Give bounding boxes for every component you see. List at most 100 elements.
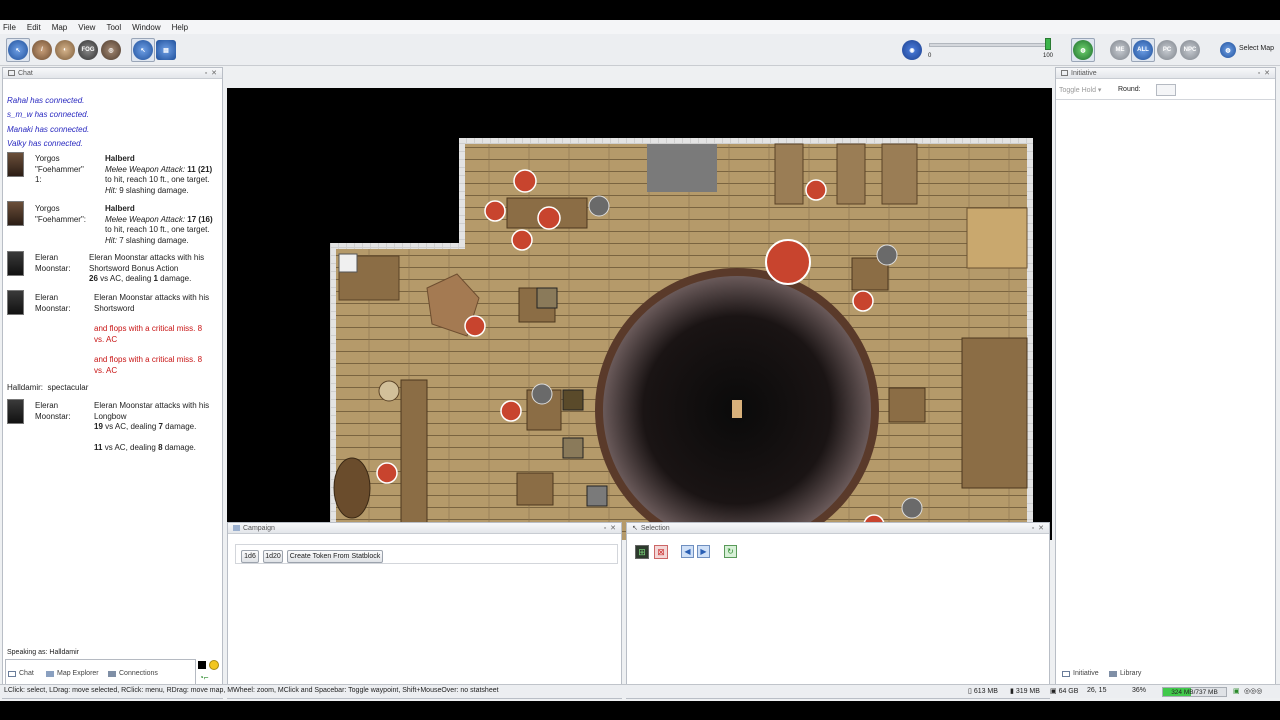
chat-attack-entry: Halberd Melee Weapon Attack: 17 (16) to … xyxy=(105,204,220,246)
previous-icon[interactable]: ◀ xyxy=(681,545,694,558)
panel-controls[interactable]: ▫ ✕ xyxy=(1032,524,1045,532)
chat-speaker: Eleran Moonstar: xyxy=(35,293,71,313)
map-canvas[interactable] xyxy=(227,88,1052,540)
view-me-button[interactable]: ME xyxy=(1110,40,1130,60)
menu-window[interactable]: Window xyxy=(132,23,160,32)
view-npc-button[interactable]: NPC xyxy=(1180,40,1200,60)
campaign-panel: Campaign ▫ ✕ 1d6 1d20 Create Token From … xyxy=(227,522,622,699)
draw-tool-icon[interactable]: / xyxy=(32,40,52,60)
connections-icon xyxy=(108,670,116,677)
tab-chat[interactable]: Chat xyxy=(8,670,34,677)
chat-speaker: Yorgos "Foehammer" 1: xyxy=(35,154,84,184)
chat-halldamir-message: Halldamir: spectacular xyxy=(7,383,88,394)
tab-library[interactable]: Library xyxy=(1109,670,1141,677)
view-npc-label: NPC xyxy=(1183,47,1197,53)
speech-bubble-icon[interactable]: ◔⌐ xyxy=(199,673,209,682)
chat-attack-entry: Eleran Moonstar attacks with his Shortsw… xyxy=(89,253,219,285)
chat-attack-entry: Halberd Melee Weapon Attack: 11 (21) to … xyxy=(105,154,220,196)
selection-icon: ↖ xyxy=(632,525,638,532)
view-all-button[interactable]: ALL xyxy=(1133,40,1153,60)
next-icon[interactable]: ▶ xyxy=(697,545,710,558)
avatar xyxy=(7,201,24,226)
text-color-swatch[interactable] xyxy=(198,661,206,669)
fog-tool-icon[interactable]: FOG xyxy=(78,40,98,60)
campaign-icon xyxy=(233,525,240,531)
deselect-all-icon[interactable]: ⊠ xyxy=(654,545,668,559)
tab-initiative[interactable]: Initiative xyxy=(1062,670,1099,677)
selection-panel: ↖ Selection ▫ ✕ ⊞ ⊠ ◀ ▶ ↻ xyxy=(626,522,1050,699)
hit-text: 9 slashing damage. xyxy=(119,185,189,195)
attack-text: damage. xyxy=(162,422,197,431)
initiative-title: Initiative xyxy=(1071,69,1097,77)
toggle-hold-button[interactable]: Toggle Hold ▾ xyxy=(1059,86,1101,94)
map-icon xyxy=(46,670,54,677)
view-all-label: ALL xyxy=(1137,47,1149,53)
volume-slider[interactable] xyxy=(929,43,1049,47)
attack-text: vs AC, dealing xyxy=(97,274,154,283)
initiative-tab-icon xyxy=(1062,670,1070,677)
select-map-button[interactable]: Select Map xyxy=(1239,45,1274,52)
menu-help[interactable]: Help xyxy=(172,23,188,32)
chat-title: Chat xyxy=(18,69,33,77)
tab-map-explorer[interactable]: Map Explorer xyxy=(46,670,99,677)
chat-tab-icon xyxy=(8,670,16,677)
panel-controls[interactable]: ▫ ✕ xyxy=(1258,69,1271,77)
create-token-button[interactable]: Create Token From Statblock xyxy=(287,550,383,563)
memory-bar[interactable]: 324 MB/737 MB xyxy=(1162,687,1227,697)
menu-edit[interactable]: Edit xyxy=(27,23,41,32)
panel-controls[interactable]: ▫ ✕ xyxy=(604,524,617,532)
menu-tool[interactable]: Tool xyxy=(106,23,121,32)
refresh-icon[interactable]: ↻ xyxy=(724,545,737,558)
toolbar: ↖ / ◐ FOG ◎ ↖ ▤ ◉ 0 100 ◍ ME ALL PC NPC … xyxy=(0,34,1280,66)
weapon-name: Halberd xyxy=(105,204,135,213)
select-map-icon[interactable]: ◍ xyxy=(1220,42,1236,58)
speaking-as-label: Speaking as: Halldamir xyxy=(7,649,79,656)
tab-connections[interactable]: Connections xyxy=(108,670,158,677)
chat-attack-entry: Eleran Moonstar attacks with his Longbow… xyxy=(94,401,219,453)
topology-tool-icon[interactable]: ◎ xyxy=(101,40,121,60)
macro-1d20-button[interactable]: 1d20 xyxy=(263,550,283,563)
map-view[interactable] xyxy=(227,88,1052,540)
slider-max-label: 100 xyxy=(1043,53,1054,59)
select-all-icon[interactable]: ⊞ xyxy=(635,545,649,559)
selection-title-bar: ↖ Selection ▫ ✕ xyxy=(627,523,1049,534)
volume-icon[interactable]: ◉ xyxy=(902,40,922,60)
attack-text: damage. xyxy=(157,274,192,283)
volume-slider-handle[interactable] xyxy=(1045,38,1051,50)
select-icon: ↖ xyxy=(133,40,153,60)
menu-map[interactable]: Map xyxy=(52,23,68,32)
initiative-title-bar: Initiative ▫ ✕ xyxy=(1056,68,1275,79)
disk-icon: ▣ xyxy=(1050,688,1057,695)
memory-value: 613 MB xyxy=(973,688,998,695)
attack-text: damage. xyxy=(162,442,196,452)
tab-library-label: Library xyxy=(1120,670,1142,677)
view-pc-button[interactable]: PC xyxy=(1157,40,1177,60)
hit-label: Hit: xyxy=(105,235,117,245)
chat-panel: Chat ▫ ✕ Rahal has connected. s_m_w has … xyxy=(2,67,223,699)
avatar xyxy=(7,399,24,424)
template-tool-icon[interactable]: ◐ xyxy=(55,40,75,60)
chat-speaker: Halldamir: xyxy=(7,383,44,392)
app-window: File Edit Map View Tool Window Help ↖ / … xyxy=(0,20,1280,701)
memory-bar-label: 324 MB/737 MB xyxy=(1171,689,1218,696)
selection-title: Selection xyxy=(640,524,670,532)
view-me-label: ME xyxy=(1115,47,1125,53)
chat-speaker: Yorgos "Foehammer": xyxy=(35,204,87,224)
macro-1d6-button[interactable]: 1d6 xyxy=(241,550,259,563)
menu-file[interactable]: File xyxy=(3,23,16,32)
measure-icon[interactable]: ▤ xyxy=(156,40,176,60)
hit-text: 7 slashing damage. xyxy=(119,235,189,245)
reach-text: to hit, reach 10 ft., one target. xyxy=(105,225,210,234)
roll-value: 19 xyxy=(94,422,103,431)
view-pc-label: PC xyxy=(1162,47,1172,53)
menu-view[interactable]: View xyxy=(78,23,95,32)
thermometer-icon: ▮ xyxy=(1010,688,1014,695)
hit-label: Hit: xyxy=(105,185,117,195)
attack-alt-value: (21) xyxy=(197,164,213,174)
connection-message: s_m_w has connected. xyxy=(7,110,89,119)
smiley-icon[interactable] xyxy=(209,660,219,670)
round-input[interactable] xyxy=(1156,84,1176,96)
library-icon xyxy=(1109,670,1117,677)
attack-value: 11 xyxy=(187,164,196,174)
panel-controls[interactable]: ▫ ✕ xyxy=(205,69,218,77)
